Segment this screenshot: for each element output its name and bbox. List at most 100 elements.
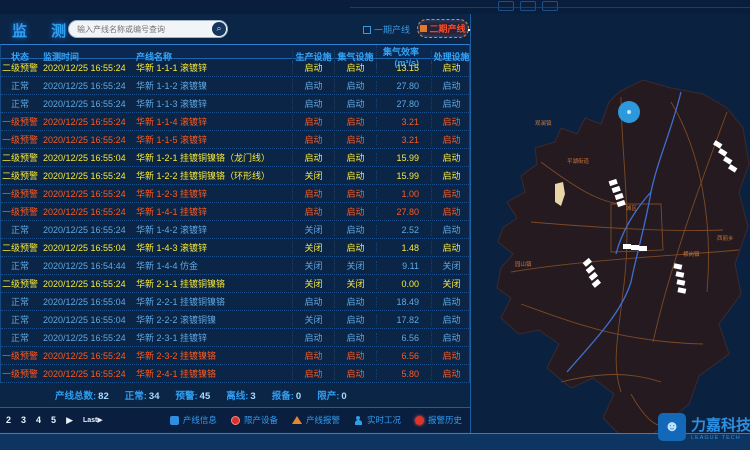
treatment-cell: 启动 [431,313,471,326]
person-icon [354,416,363,425]
efficiency-cell: 5.80 [376,369,431,379]
search-input[interactable] [77,21,205,37]
table-row[interactable]: 一级预警2020/12/25 16:55:24华新 1-2-3 挂镀锌启动启动1… [1,185,469,203]
status-cell: 正常 [1,259,39,272]
table-row[interactable]: 一级预警2020/12/25 16:55:24华新 2-3-2 挂镀镍铬启动启动… [1,347,469,365]
phase1-checkbox[interactable]: 一期产线 [363,23,410,36]
brand-logo: ☻ 力嘉科技 LEAGUE TECH [658,408,750,446]
search-icon[interactable]: ⌕ [212,22,226,36]
time-cell: 2020/12/25 16:55:24 [39,225,134,235]
production-cell: 启动 [292,61,334,74]
map-town-label: 园山镇 [515,260,532,268]
map-town-label: 横岗镇 [683,250,700,258]
treatment-cell: 启动 [431,205,471,218]
efficiency-cell: 27.80 [376,81,431,91]
page-button[interactable]: 2 [6,415,11,425]
treatment-cell: 启动 [431,61,471,74]
treatment-cell: 启动 [431,367,471,380]
gas-cell: 启动 [334,223,376,236]
line-name-cell: 华新 1-1-1 滚镀锌 [134,61,292,74]
efficiency-cell: 27.80 [376,99,431,109]
top-decor-box [520,1,536,11]
top-decor-box [542,1,558,11]
line-name-cell: 华新 1-4-1 挂镀锌 [134,205,292,218]
summary-bar: 产线总数:82正常:34预警:45离线:3报备:0限产:0 [0,386,470,404]
production-cell: 启动 [292,151,334,164]
table-row[interactable]: 正常2020/12/25 16:55:24华新 1-1-2 滚镀镍启动启动27.… [1,77,469,95]
time-cell: 2020/12/25 16:55:04 [39,153,134,163]
legend-item-alarm[interactable]: 产线报警 [292,414,340,426]
table-row[interactable]: 二级预警2020/12/25 16:55:04华新 1-4-3 滚镀锌关闭启动1… [1,239,469,257]
table-row[interactable]: 二级预警2020/12/25 16:55:24华新 2-1-1 挂镀铜镍铬关闭关… [1,275,469,293]
table-row[interactable]: 一级预警2020/12/25 16:55:24华新 1-1-4 滚镀锌启动启动3… [1,113,469,131]
table-row[interactable]: 一级预警2020/12/25 16:55:24华新 2-4-1 挂镀镍铬启动启动… [1,365,469,383]
table-row[interactable]: 正常2020/12/25 16:55:04华新 2-2-1 挂镀铜镍铬启动启动1… [1,293,469,311]
line-name-cell: 华新 1-2-3 挂镀锌 [134,187,292,200]
status-cell: 正常 [1,295,39,308]
production-cell: 启动 [292,367,334,380]
next-page-button[interactable]: ▶ [66,415,73,426]
summary-item: 预警:45 [176,388,211,402]
page-button[interactable]: 3 [21,415,26,425]
status-cell: 正常 [1,331,39,344]
treatment-cell: 启动 [431,115,471,128]
bottom-band [0,433,750,450]
gas-cell: 启动 [334,241,376,254]
summary-item: 离线:3 [226,388,255,402]
table-row[interactable]: 正常2020/12/25 16:55:24华新 2-3-1 挂镀锌启动启动6.5… [1,329,469,347]
page-button[interactable]: 4 [36,415,41,425]
table-row[interactable]: 二级预警2020/12/25 16:55:24华新 1-2-2 挂镀铜镍铬（环形… [1,167,469,185]
table-row[interactable]: 正常2020/12/25 16:55:24华新 1-4-2 滚镀锌关闭启动2.5… [1,221,469,239]
time-cell: 2020/12/25 16:55:24 [39,333,134,343]
line-name-cell: 华新 2-1-1 挂镀铜镍铬 [134,277,292,290]
treatment-cell: 启动 [431,151,471,164]
legend-item-info[interactable]: 产线信息 [170,414,217,426]
summary-value: 45 [200,391,211,402]
map-town-label: 平湖街道 [567,157,589,165]
map-panel[interactable]: 观澜镇平湖街道城区西丽乡横岗镇园山镇 [470,14,750,433]
summary-value: 3 [250,391,255,402]
time-cell: 2020/12/25 16:55:24 [39,117,134,127]
summary-item: 产线总数:82 [55,388,109,402]
page-button[interactable]: 5 [51,415,56,425]
legend-item-limit[interactable]: 限产设备 [231,414,278,426]
search-box: ⌕ [68,20,228,38]
line-name-cell: 华新 1-2-1 挂镀铜镍铬（龙门线） [134,151,292,164]
phase2-button[interactable]: 二期产线 [417,19,469,38]
time-cell: 2020/12/25 16:55:24 [39,99,134,109]
table-row[interactable]: 正常2020/12/25 16:55:04华新 2-2-2 滚镀铜镍关闭启动17… [1,311,469,329]
legend-item-person[interactable]: 实时工况 [354,414,401,426]
summary-label: 正常: [125,391,147,402]
table-row[interactable]: 正常2020/12/25 16:54:44华新 1-4-4 仿金关闭关闭9.11… [1,257,469,275]
efficiency-cell: 6.56 [376,351,431,361]
map-town-label: 城区 [626,204,637,212]
treatment-cell: 启动 [431,241,471,254]
footer-bar: 2345 ▶ Last▶ 产线信息 限产设备 产线报警 实时工况 报警历史 [0,407,470,432]
status-cell: 正常 [1,223,39,236]
history-icon [415,416,424,425]
line-name-cell: 华新 2-2-2 滚镀铜镍 [134,313,292,326]
last-page-button[interactable]: Last▶ [83,416,103,424]
status-cell: 正常 [1,97,39,110]
table-row[interactable]: 二级预警2020/12/25 16:55:24华新 1-1-1 滚镀锌启动启动1… [1,59,469,77]
table-row[interactable]: 一级预警2020/12/25 16:55:24华新 1-1-5 滚镀锌启动启动3… [1,131,469,149]
line-name-cell: 华新 1-2-2 挂镀铜镍铬（环形线） [134,169,292,182]
efficiency-cell: 13.15 [376,63,431,73]
page-title: 监 测 [12,20,76,41]
table-row[interactable]: 正常2020/12/25 16:55:24华新 1-1-3 滚镀锌启动启动27.… [1,95,469,113]
treatment-cell: 启动 [431,331,471,344]
header: 监 测 ⌕ 一期产线 二期产线 [0,14,470,44]
treatment-cell: 启动 [431,349,471,362]
table-row[interactable]: 一级预警2020/12/25 16:55:24华新 1-4-1 挂镀锌启动启动2… [1,203,469,221]
line-name-cell: 华新 1-1-2 滚镀镍 [134,79,292,92]
legend-item-history[interactable]: 报警历史 [415,414,462,426]
summary-item: 限产:0 [317,388,346,402]
line-name-cell: 华新 1-4-4 仿金 [134,259,292,272]
production-cell: 关闭 [292,259,334,272]
table-row[interactable]: 二级预警2020/12/25 16:55:04华新 1-2-1 挂镀铜镍铬（龙门… [1,149,469,167]
status-cell: 正常 [1,313,39,326]
line-name-cell: 华新 2-4-1 挂镀镍铬 [134,367,292,380]
limit-icon [231,416,240,425]
brand-logo-icon: ☻ [658,413,686,441]
map-marker-dot [627,110,631,114]
